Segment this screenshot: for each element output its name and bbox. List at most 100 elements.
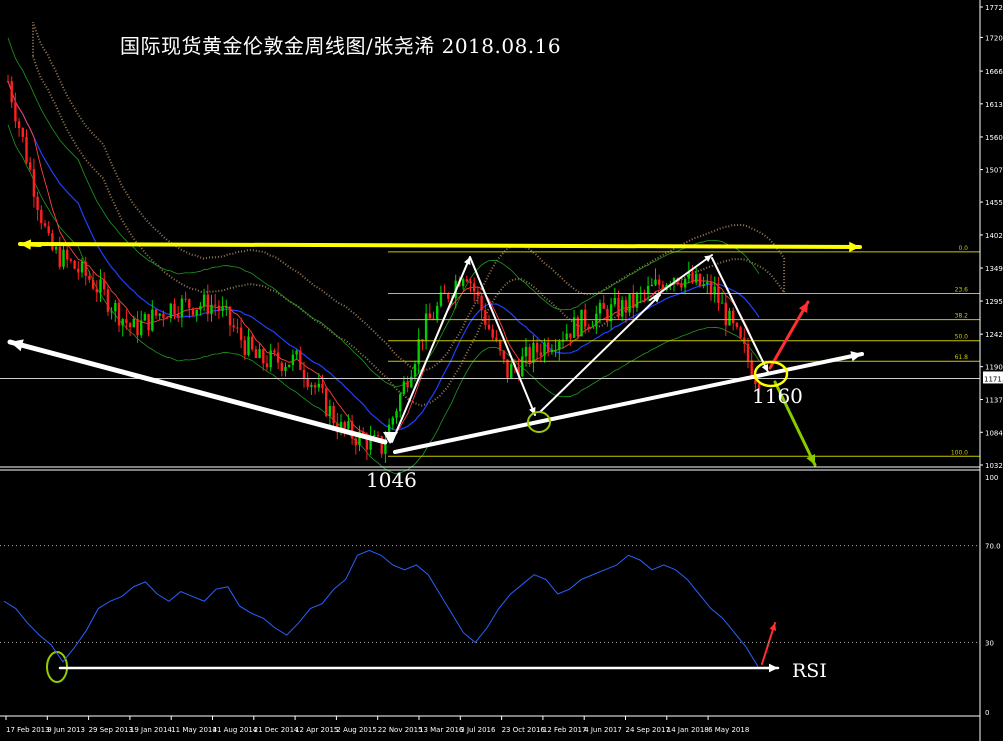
candle-body [258, 349, 261, 359]
candle-body [576, 317, 579, 337]
time-tick-label: 2 Aug 2015 [336, 726, 376, 734]
candle-body [180, 298, 184, 317]
candle-body [73, 260, 76, 269]
price-tick-label: 1455.2 [985, 199, 1003, 207]
candle-body [569, 333, 572, 338]
time-tick-label: 13 Mar 2016 [419, 726, 464, 734]
candle-body [632, 294, 635, 308]
fib-level-label: 0.0 [958, 245, 968, 252]
candle-body [51, 233, 54, 250]
candle-body [498, 339, 502, 351]
time-tick-label: 11 May 2014 [171, 726, 217, 734]
candle-body [646, 285, 650, 294]
price-tick-label: 1666.0 [985, 68, 1003, 76]
downtrend-arrow [7, 339, 388, 445]
candle-body [347, 421, 350, 429]
candle-body [572, 317, 576, 338]
candle-body [428, 313, 431, 319]
candle-body [128, 323, 132, 328]
candle-body [584, 309, 587, 327]
candle-body [461, 279, 465, 287]
time-tick-label: 31 Aug 2014 [213, 726, 258, 734]
time-tick-label: 21 Dec 2014 [254, 726, 299, 734]
rsi-tick-label: 70.0 [985, 543, 1001, 551]
candle-body [717, 286, 720, 303]
candle-body [580, 309, 583, 337]
candle-body [6, 81, 10, 83]
price-tick-label: 1772.4 [985, 4, 1003, 12]
candle-body [103, 279, 106, 290]
candle-body [547, 342, 550, 353]
candle-body [228, 306, 232, 326]
candle-body [143, 314, 147, 321]
indicator-lines [7, 37, 760, 475]
candle-body [273, 350, 276, 353]
candle-body [132, 319, 135, 328]
candle-body [232, 325, 235, 328]
candle-body [243, 340, 246, 355]
candle-body [177, 314, 180, 317]
candle-body [624, 300, 628, 313]
candle-body [25, 136, 28, 163]
candle-body [191, 308, 195, 316]
candle-body [402, 381, 406, 395]
red-ma-line [7, 81, 760, 441]
candle-body [236, 327, 239, 329]
price-tick-label: 1349.0 [985, 265, 1003, 273]
candle-body [532, 342, 535, 363]
candle-body [495, 337, 498, 340]
candle-body [732, 310, 735, 324]
fib-level-label: 23.6 [955, 287, 969, 294]
candle-body [554, 349, 557, 351]
candle-body [10, 81, 13, 103]
candle-body [424, 313, 428, 342]
candle-body [280, 362, 283, 371]
candle-body [84, 261, 87, 276]
candlestick-series [6, 74, 761, 463]
candle-body [598, 302, 602, 314]
swing-up-arrow [391, 256, 471, 443]
fibonacci-levels: 0.0 23.6 38.2 50.0 61.8 100.0 [0, 245, 980, 457]
candle-body [54, 246, 58, 250]
candle-body [214, 304, 217, 306]
candle-body [469, 281, 472, 284]
candle-body [114, 302, 117, 312]
candle-body [321, 383, 324, 389]
candle-body [21, 128, 24, 137]
price-and-rsi-chart: 0.0 23.6 38.2 50.0 61.8 100.0 1772.4 1720.2 166… [0, 0, 1003, 741]
cloud-area [32, 21, 786, 407]
price-tick-label: 1507.5 [985, 167, 1003, 175]
candle-body [291, 354, 295, 365]
candle-body [680, 283, 683, 288]
candle-body [140, 320, 143, 336]
price-tick-label: 1242.6 [985, 331, 1003, 339]
candle-body [650, 284, 653, 286]
candle-body [702, 284, 705, 287]
candle-body [221, 306, 224, 312]
candle-body [332, 406, 335, 424]
candle-body [724, 302, 727, 326]
price-tick-label: 1084.7 [985, 429, 1003, 437]
candle-body [199, 306, 202, 310]
candle-body [720, 302, 724, 304]
candle-body [528, 347, 531, 363]
candle-body [399, 394, 402, 412]
chart-title: 国际现货黄金伦敦金周线图/张尧浠 2018.08.16 [120, 34, 562, 58]
rsi-label: RSI [792, 660, 827, 682]
candle-body [602, 302, 605, 309]
candle-body [313, 385, 317, 388]
resistance-line-arrow [28, 242, 862, 249]
candle-body [683, 278, 687, 288]
candle-body [306, 378, 309, 387]
candle-body [36, 196, 39, 210]
candle-body [195, 309, 198, 316]
candle-body [521, 356, 524, 377]
candle-body [251, 336, 254, 350]
candle-body [247, 336, 250, 355]
candle-body [265, 363, 269, 368]
candle-body [151, 309, 154, 331]
time-tick-label: 12 Apr 2015 [295, 726, 338, 734]
candle-body [210, 304, 213, 315]
candle-body [121, 319, 124, 326]
low-price-label: 1046 [366, 468, 417, 492]
